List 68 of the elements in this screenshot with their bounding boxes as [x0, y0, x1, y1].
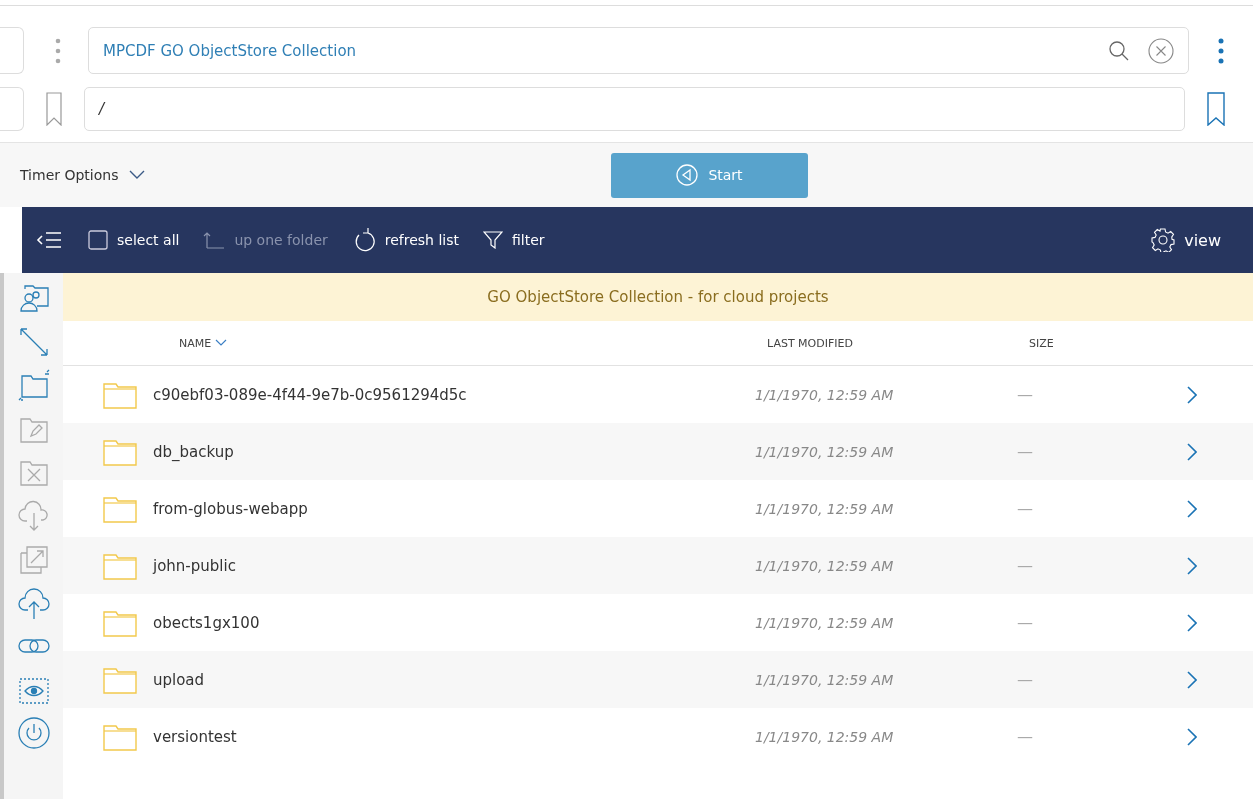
size-cell-text: —: [1017, 499, 1034, 518]
modified-date: 1/1/1970, 12:59 AM: [755, 614, 895, 631]
side-panel-edge: [0, 27, 24, 74]
column-header[interactable]: LAST MODIFIED: [767, 336, 1029, 350]
chevron-right-icon[interactable]: [1187, 499, 1197, 518]
modified-date: 1/1/1970, 12:59 AM: [755, 443, 895, 460]
modified-date: 1/1/1970, 12:59 AM: [755, 500, 895, 517]
folder-icon: [103, 380, 137, 409]
folder-icon: [103, 722, 137, 751]
column-header[interactable]: SIZE: [1029, 336, 1179, 350]
settings-icon: [1151, 228, 1176, 252]
new-folder-icon[interactable]: [16, 368, 51, 402]
filter-icon: [483, 231, 503, 249]
size-cell-text: —: [1017, 556, 1034, 575]
size-cell-text: —: [1017, 727, 1034, 746]
play-circle-icon: [676, 164, 699, 186]
view-settings-button[interactable]: view: [1151, 228, 1221, 252]
collection-field[interactable]: MPCDF GO ObjectStore Collection: [88, 27, 1189, 74]
timer-options-toggle[interactable]: Timer Options: [20, 167, 145, 183]
more-icon[interactable]: [54, 37, 62, 64]
modified-date: 1/1/1970, 12:59 AM: [755, 557, 895, 574]
checkbox-icon: [88, 230, 108, 250]
size-cell-text: —: [1017, 385, 1034, 404]
size-cell-text: —: [1017, 613, 1034, 632]
power-icon[interactable]: [16, 716, 51, 750]
folder-icon: [103, 494, 137, 523]
cloud-upload-icon[interactable]: [16, 585, 51, 620]
filter-button[interactable]: filter: [483, 231, 545, 249]
folder-name: versiontest: [153, 727, 238, 746]
sort-caret-icon: [215, 339, 228, 347]
folder-name: db_backup: [153, 442, 235, 461]
chevron-right-icon[interactable]: [1187, 727, 1197, 746]
folder-row[interactable]: db_backup 1/1/1970, 12:59 AM —: [63, 423, 1253, 480]
folder-name: c90ebf03-089e-4f44-9e7b-0c9561294d5c: [153, 385, 468, 404]
path-field[interactable]: /: [84, 87, 1185, 131]
modified-date: 1/1/1970, 12:59 AM: [755, 386, 895, 403]
modified-date: 1/1/1970, 12:59 AM: [755, 728, 895, 745]
chevron-right-icon[interactable]: [1187, 385, 1197, 404]
clear-icon[interactable]: [1148, 37, 1174, 64]
size-cell-text: —: [1017, 670, 1034, 689]
chevron-right-icon[interactable]: [1187, 613, 1197, 632]
collection-banner: GO ObjectStore Collection - for cloud projects: [63, 273, 1253, 321]
folder-icon: [103, 437, 137, 466]
bookmark-icon[interactable]: [46, 92, 62, 126]
chevron-right-icon[interactable]: [1187, 556, 1197, 575]
chevron-down-icon: [128, 170, 145, 180]
folder-icon: [103, 551, 137, 580]
folder-icon: [103, 608, 137, 637]
folder-row[interactable]: john-public 1/1/1970, 12:59 AM —: [63, 537, 1253, 594]
search-icon[interactable]: [1108, 39, 1130, 62]
folder-icon: [103, 665, 137, 694]
folder-row[interactable]: upload 1/1/1970, 12:59 AM —: [63, 651, 1253, 708]
chevron-right-icon[interactable]: [1187, 442, 1197, 461]
arrow-up-icon: [203, 230, 226, 250]
column-header[interactable]: NAME: [179, 336, 767, 350]
folder-name: john-public: [153, 556, 237, 575]
bookmark-icon[interactable]: [1207, 92, 1225, 126]
side-panel-edge: [0, 87, 24, 131]
select-all-checkbox[interactable]: select all: [88, 230, 180, 250]
folder-name: from-globus-webapp: [153, 499, 309, 518]
folder-name: upload: [153, 670, 206, 689]
refresh-button[interactable]: refresh list: [351, 227, 459, 253]
folder-name: obects1gx100: [153, 613, 261, 632]
collapse-menu-icon[interactable]: [36, 231, 62, 249]
modified-date: 1/1/1970, 12:59 AM: [755, 671, 895, 688]
size-cell-text: —: [1017, 442, 1034, 461]
chevron-right-icon[interactable]: [1187, 670, 1197, 689]
more-icon[interactable]: [1217, 37, 1225, 64]
